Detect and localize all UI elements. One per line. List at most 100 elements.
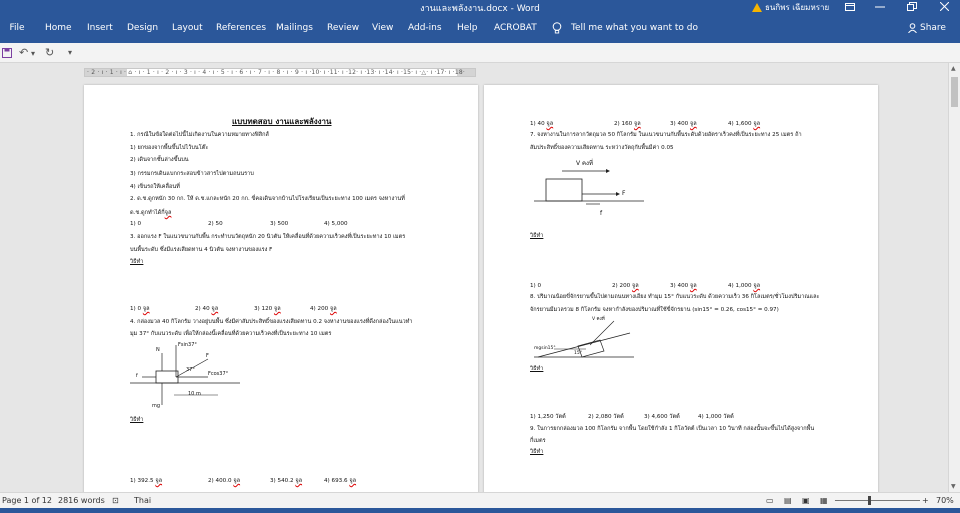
web-layout-icon[interactable]: ▦ — [820, 496, 828, 505]
close-button[interactable] — [930, 0, 958, 13]
question-4-cont: มุม 37° กับแนวระดับ เพื่อให้กล่องนี้เคลื… — [130, 331, 332, 337]
solution-label: วิธีทำ — [530, 366, 544, 372]
solution-label: วิธีทำ — [130, 417, 144, 423]
choice-text: 4) 1,000 วัตต์ — [698, 414, 734, 420]
tab-mailings[interactable]: Mailings — [276, 23, 313, 33]
choice-text: 4) 5,000 — [324, 221, 348, 227]
diagram-angle-label: 37° — [186, 367, 195, 373]
undo-icon[interactable]: ↶ — [19, 46, 28, 59]
choice-text: 1) 40 จูล — [530, 119, 553, 129]
read-mode-icon[interactable]: ▤ — [784, 496, 792, 505]
unit-joule: จูล — [633, 121, 641, 127]
unit-joule: จูล — [273, 306, 281, 312]
tab-view[interactable]: View — [372, 23, 393, 33]
share-button[interactable]: Share — [908, 23, 946, 33]
page-count[interactable]: Page 1 of 12 — [2, 496, 52, 505]
choice-value: 3) 400 — [670, 283, 689, 289]
tab-layout[interactable]: Layout — [172, 23, 203, 33]
tab-design[interactable]: Design — [127, 23, 158, 33]
unit-joule: จูล — [689, 283, 697, 289]
ruler-ticks: · 2 · ı · 1 · ı · ⌂ · ı · 1 · ı · 2 · ı … — [87, 69, 465, 76]
choice-text: 1) 0 — [130, 221, 142, 227]
choice-text: 4) 1,000 จูล — [728, 281, 760, 291]
diagram-fsin-label: Fsin37° — [178, 342, 197, 348]
zoom-slider-thumb[interactable] — [868, 496, 871, 505]
focus-mode-icon[interactable]: ▭ — [766, 496, 774, 505]
choice-value: 1) 392.5 — [130, 478, 154, 484]
zoom-in-icon[interactable]: + — [922, 496, 929, 505]
share-label: Share — [920, 23, 946, 33]
diagram-weight-label: mg — [152, 403, 161, 409]
choice-text: 2) 40 จูล — [195, 304, 218, 314]
minimize-button[interactable] — [866, 0, 894, 13]
question-9-cont: กี่เมตร — [530, 438, 546, 444]
tab-review[interactable]: Review — [327, 23, 359, 33]
unit-joule: จูล — [689, 121, 697, 127]
document-page-1[interactable]: แบบทดสอบ งานและพลังงาน 1. กรณีในข้อใดต่อ… — [84, 85, 478, 492]
choice-text: 4) เข็นรถให้เคลื่อนที่ — [130, 184, 180, 190]
scroll-down-icon[interactable]: ▼ — [951, 483, 956, 490]
question-3-cont: บนพื้นระดับ ซึ่งมีแรงเสียดทาน 4 นิวตัน จ… — [130, 247, 273, 253]
unit-joule: จูล — [329, 306, 337, 312]
language-indicator[interactable]: Thai — [134, 496, 151, 505]
question-8: 8. ปริมาณน้อยขี่จักรยานขึ้นไปตามถนนทางเอ… — [530, 294, 820, 300]
unit-joule: จูล — [546, 121, 554, 127]
zoom-level[interactable]: 70% — [936, 496, 954, 505]
choice-value: 4) 693.6 — [324, 478, 348, 484]
document-page-2[interactable]: 1) 40 จูล 2) 160 จูล 3) 400 จูล 4) 1,600… — [484, 85, 878, 492]
lightbulb-icon — [552, 22, 562, 34]
tab-help[interactable]: Help — [457, 23, 478, 33]
tab-add-ins[interactable]: Add-ins — [408, 23, 442, 33]
choice-text: 3) 400 จูล — [670, 119, 697, 129]
taskbar-strip — [0, 508, 960, 513]
diagram-friction-label: f — [600, 210, 603, 217]
person-icon — [908, 23, 917, 33]
print-layout-icon[interactable]: ▣ — [802, 496, 810, 505]
status-bar: Page 1 of 12 2816 words ⊡ Thai ▭ ▤ ▣ ▦ −… — [0, 492, 960, 508]
proofing-icon[interactable]: ⊡ — [112, 496, 119, 505]
question-2-cont: ด.ช.ดูกทำได้กี่จูล — [130, 208, 171, 218]
choice-value: 4) 1,000 — [728, 283, 752, 289]
choice-text: 2) 200 จูล — [612, 281, 639, 291]
choice-value: 3) 540.2 — [270, 478, 294, 484]
word-count[interactable]: 2816 words — [58, 496, 105, 505]
diagram-friction-label: f — [136, 373, 138, 379]
choice-text: 4) 200 จูล — [310, 304, 337, 314]
choice-text: 1) 392.5 จูล — [130, 476, 162, 486]
customize-toolbar-icon[interactable]: ▾ — [68, 48, 72, 57]
horizontal-ruler[interactable]: · 2 · ı · 1 · ı · ⌂ · ı · 1 · ı · 2 · ı … — [84, 68, 476, 77]
choice-text: 4) 693.6 จูล — [324, 476, 356, 486]
unit-joule: จูล — [753, 121, 761, 127]
diagram-normal-label: N — [156, 347, 160, 353]
unit-joule: จูล — [233, 478, 241, 484]
solution-label: วิธีทำ — [130, 259, 144, 265]
zoom-slider[interactable] — [840, 500, 920, 501]
tab-references[interactable]: References — [216, 23, 266, 33]
tell-me-search[interactable]: Tell me what you want to do — [571, 23, 698, 33]
choice-value: 3) 400 — [670, 121, 689, 127]
save-icon[interactable] — [2, 48, 12, 58]
scroll-up-icon[interactable]: ▲ — [951, 65, 956, 72]
tab-home[interactable]: Home — [45, 23, 72, 33]
vertical-scrollbar[interactable]: ▲ ▼ — [948, 63, 960, 492]
scrollbar-thumb[interactable] — [951, 77, 958, 107]
choice-text: 3) 540.2 จูล — [270, 476, 302, 486]
close-icon — [939, 2, 949, 11]
diagram-distance-label: 10 m — [188, 391, 201, 397]
ribbon-display-icon — [845, 2, 855, 11]
choice-value: 2) 400.0 — [208, 478, 232, 484]
redo-icon[interactable]: ↻ — [45, 46, 54, 59]
unit-joule: จูล — [295, 478, 303, 484]
tab-file[interactable]: File — [0, 13, 34, 43]
quick-access-toolbar: ↶ ▾ ↻ ▾ — [0, 43, 960, 63]
restore-button[interactable] — [898, 0, 926, 13]
unit-joule: จูล — [349, 478, 357, 484]
ribbon-display-options-button[interactable] — [836, 0, 864, 13]
document-canvas[interactable]: แบบทดสอบ งานและพลังงาน 1. กรณีในข้อใดต่อ… — [0, 83, 948, 492]
undo-dropdown-icon[interactable]: ▾ — [31, 49, 35, 58]
question-7: 7. จงหางานในการลากวัตถุมวล 50 กิโลกรัม ใ… — [530, 132, 802, 138]
ruler-area: · 2 · ı · 1 · ı · ⌂ · ı · 1 · ı · 2 · ı … — [0, 63, 948, 83]
force-diagram-1 — [130, 345, 240, 405]
tab-insert[interactable]: Insert — [87, 23, 113, 33]
tab-acrobat[interactable]: ACROBAT — [494, 23, 537, 33]
